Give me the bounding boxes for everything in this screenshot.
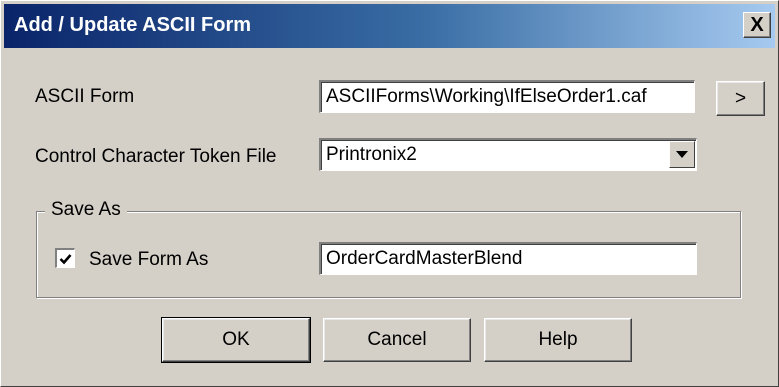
save-form-name-input[interactable]: OrderCardMasterBlend <box>319 242 697 275</box>
help-button-label: Help <box>538 329 578 350</box>
close-button[interactable]: X <box>743 12 771 38</box>
ascii-form-label: ASCII Form <box>35 86 135 107</box>
dropdown-arrow-button[interactable] <box>669 141 695 168</box>
cancel-button-label: Cancel <box>367 329 427 350</box>
check-icon <box>59 253 72 264</box>
help-button[interactable]: Help <box>484 318 632 362</box>
save-form-as-label[interactable]: Save Form As <box>89 249 208 271</box>
token-file-value: Printronix2 <box>326 144 417 165</box>
token-file-select[interactable]: Printronix2 <box>319 138 697 171</box>
browse-button[interactable]: > <box>716 81 765 116</box>
window-title: Add / Update ASCII Form <box>14 14 252 36</box>
ok-button-label: OK <box>222 329 250 350</box>
close-icon: X <box>750 14 764 36</box>
dialog: Add / Update ASCII Form X ASCII Form ASC… <box>0 0 779 387</box>
save-form-as-checkbox[interactable] <box>55 248 75 268</box>
chevron-down-icon <box>676 151 688 158</box>
ok-button[interactable]: OK <box>161 317 311 363</box>
ascii-form-input[interactable]: ASCIIForms\Working\IfElseOrder1.caf <box>319 80 695 113</box>
cancel-button[interactable]: Cancel <box>323 318 471 362</box>
browse-button-label: > <box>734 87 747 109</box>
save-as-group-label: Save As <box>45 199 127 221</box>
token-file-label: Control Character Token File <box>35 146 277 167</box>
title-bar[interactable]: Add / Update ASCII Form X <box>4 4 775 48</box>
